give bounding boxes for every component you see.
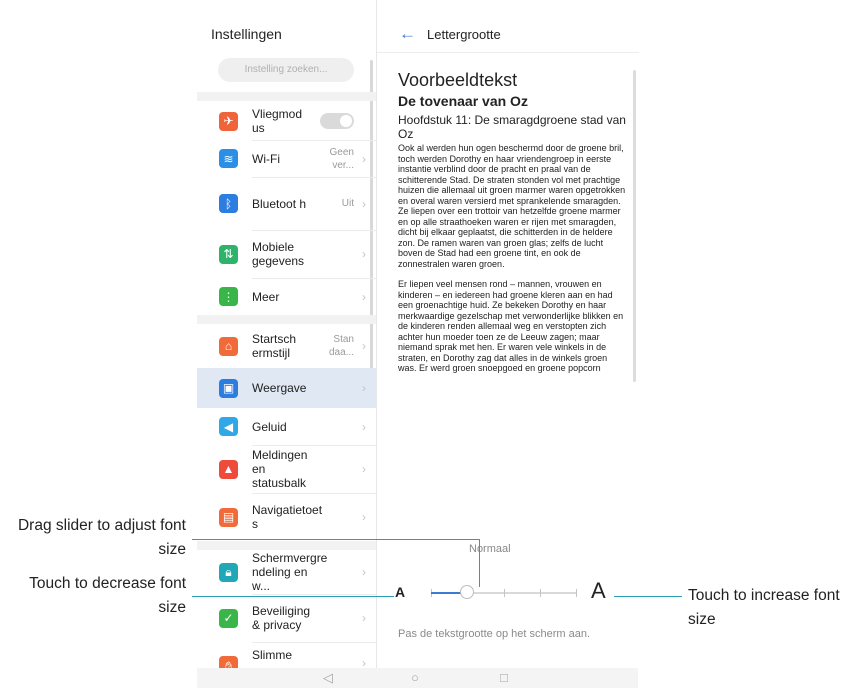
- settings-item-notifications[interactable]: ▲ Meldingen en statusbalk ›: [197, 445, 376, 493]
- settings-item-lock-screen[interactable]: 🔒︎ Schermvergre ndeling en w... ›: [197, 550, 376, 594]
- settings-item-label: Meer: [252, 289, 280, 304]
- settings-item-smart[interactable]: ✋︎ Slimme ›: [197, 642, 376, 668]
- settings-item-label: Meldingen en statusbalk: [252, 448, 308, 490]
- annotation-drag-slider: Drag slider to adjust font size: [17, 517, 186, 558]
- chevron-right-icon: ›: [362, 247, 366, 261]
- chevron-right-icon: ›: [362, 565, 366, 579]
- chevron-right-icon: ›: [362, 381, 366, 395]
- home-icon: ⌂: [219, 336, 238, 356]
- settings-item-label: Navigatietoet s: [252, 503, 323, 531]
- settings-item-display[interactable]: ▣ Weergave ›: [197, 368, 376, 408]
- settings-item-label: Vliegmod us: [252, 107, 303, 135]
- settings-item-bluetooth[interactable]: ᛒ Bluetoot h Uit ›: [197, 177, 376, 230]
- chevron-right-icon: ›: [362, 339, 366, 353]
- airplane-mode-toggle[interactable]: [320, 113, 354, 129]
- annotation-decrease: Touch to decrease font size: [29, 575, 186, 616]
- slider-tick: [503, 589, 505, 597]
- airplane-icon: ✈: [219, 111, 238, 131]
- decrease-font-button[interactable]: A: [395, 584, 405, 600]
- settings-item-label: Startsch ermstijl: [252, 332, 297, 360]
- settings-item-airplane-mode[interactable]: ✈ Vliegmod us: [197, 102, 376, 140]
- settings-item-label: Wi-Fi: [252, 151, 280, 166]
- settings-item-label: Schermvergre ndeling en w...: [252, 551, 328, 593]
- hand-icon: ✋︎: [219, 656, 238, 668]
- header-divider: [377, 52, 639, 53]
- font-size-hint: Pas de tekstgrootte op het scherm aan.: [398, 628, 591, 640]
- group-divider: [197, 541, 376, 550]
- mobile-data-icon: ⇅: [219, 244, 238, 264]
- chevron-right-icon: ›: [362, 151, 366, 166]
- settings-item-sound[interactable]: ◀ Geluid ›: [197, 408, 376, 445]
- font-size-pane: ← Lettergrootte Voorbeeldtekst De tovena…: [376, 0, 639, 668]
- phone-screen: Instellingen Instelling zoeken... ✈ Vlie…: [197, 0, 639, 688]
- settings-pane: Instellingen Instelling zoeken... ✈ Vlie…: [197, 0, 376, 668]
- slider-handle[interactable]: [460, 585, 475, 599]
- callout-line-drag-stem: [479, 539, 480, 587]
- nav-home-icon[interactable]: ○: [411, 670, 419, 685]
- shield-icon: ✓: [219, 608, 238, 628]
- settings-item-navigation-keys[interactable]: ▤ Navigatietoet s ›: [197, 493, 376, 541]
- callout-line-increase: [614, 596, 682, 597]
- settings-item-home-screen-style[interactable]: ⌂ Startsch ermstijl Stan daa... ›: [197, 324, 376, 368]
- chevron-right-icon: ›: [362, 510, 366, 524]
- chevron-right-icon: ›: [362, 289, 366, 304]
- chevron-right-icon: ›: [362, 611, 366, 625]
- settings-item-value: Uit: [341, 198, 354, 209]
- notifications-icon: ▲: [219, 459, 238, 479]
- preview-chapter: Hoofdstuk 11: De smaragdgroene stad van …: [398, 113, 626, 141]
- page-title: Lettergrootte: [427, 27, 501, 42]
- nav-recents-icon[interactable]: □: [500, 670, 508, 685]
- settings-search-input[interactable]: Instelling zoeken...: [218, 58, 354, 82]
- preview-paragraph: Er liepen veel mensen rond – mannen, vro…: [398, 279, 624, 373]
- settings-title: Instellingen: [211, 26, 282, 42]
- settings-item-label: Bluetoot h: [252, 196, 307, 211]
- callout-line-drag: [192, 539, 480, 540]
- preview-scrollbar[interactable]: [633, 70, 636, 382]
- navigation-keys-icon: ▤: [219, 507, 238, 527]
- display-icon: ▣: [219, 378, 238, 398]
- preview-paragraph: Ook al werden hun ogen beschermd door de…: [398, 143, 626, 269]
- chevron-right-icon: ›: [362, 462, 366, 476]
- font-size-slider[interactable]: [431, 585, 577, 599]
- annotation-increase: Touch to increase font size: [688, 587, 840, 628]
- chevron-right-icon: ›: [362, 419, 366, 434]
- back-arrow-icon[interactable]: ←: [399, 24, 416, 44]
- preview-book-title: De tovenaar van Oz: [398, 93, 528, 109]
- preview-heading: Voorbeeldtekst: [398, 70, 518, 90]
- settings-item-mobile-data[interactable]: ⇅ Mobiele gegevens ›: [197, 230, 376, 278]
- more-icon: ⋮: [219, 287, 238, 306]
- increase-font-button[interactable]: A: [591, 578, 606, 604]
- preview-text-area: Voorbeeldtekst De tovenaar van Oz Hoofds…: [398, 70, 626, 524]
- settings-item-label: Mobiele gegevens: [252, 240, 305, 268]
- chevron-right-icon: ›: [362, 196, 366, 211]
- group-divider: [197, 92, 376, 101]
- chevron-right-icon: ›: [362, 656, 366, 668]
- settings-item-label: Beveiliging & privacy: [252, 604, 311, 632]
- settings-item-label: Slimme: [252, 648, 293, 662]
- settings-item-value: Geen ver...: [329, 146, 354, 171]
- wifi-icon: ≋: [219, 149, 238, 168]
- font-size-value-label: Normaal: [469, 543, 511, 555]
- slider-tick: [576, 589, 577, 597]
- settings-item-wifi[interactable]: ≋ Wi-Fi Geen ver... ›: [197, 140, 376, 177]
- lock-icon: 🔒︎: [219, 562, 238, 582]
- nav-back-icon[interactable]: ◁: [323, 670, 333, 686]
- settings-item-value: Stan daa...: [328, 334, 354, 358]
- sound-icon: ◀: [219, 417, 238, 436]
- callout-line-decrease: [192, 596, 394, 597]
- bluetooth-icon: ᛒ: [219, 194, 238, 213]
- settings-item-security-privacy[interactable]: ✓ Beveiliging & privacy ›: [197, 594, 376, 642]
- group-divider: [197, 315, 376, 324]
- system-navigation-bar: ◁ ○ □: [197, 668, 638, 688]
- settings-item-label: Geluid: [252, 419, 287, 434]
- settings-item-label: Weergave: [252, 381, 307, 395]
- slider-tick: [539, 589, 541, 597]
- settings-item-more[interactable]: ⋮ Meer ›: [197, 278, 376, 315]
